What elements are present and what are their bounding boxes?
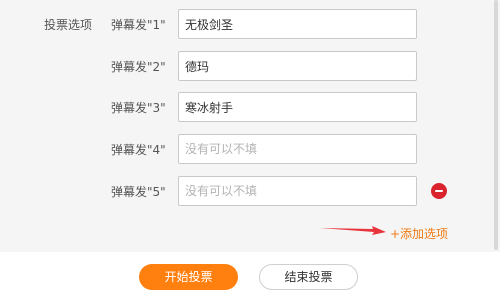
- annotation-arrow-icon: [320, 226, 386, 235]
- footer-bar: 开始投票 结束投票: [0, 252, 500, 302]
- option-input-3[interactable]: [178, 92, 417, 122]
- minus-circle-icon[interactable]: [431, 183, 447, 199]
- option-input-5[interactable]: [178, 176, 417, 206]
- option-row-4: 弹幕发"4": [0, 134, 500, 164]
- minus-bar: [435, 190, 443, 192]
- start-poll-button[interactable]: 开始投票: [139, 264, 238, 290]
- option-label: 弹幕发"3": [111, 101, 166, 115]
- option-label: 弹幕发"2": [111, 60, 166, 74]
- poll-options-panel: 投票选项 弹幕发"1" 弹幕发"2" 弹幕发"3" 弹幕发"4" 弹幕发"5" …: [0, 0, 500, 302]
- option-row-1: 弹幕发"1": [0, 9, 500, 39]
- option-input-4[interactable]: [178, 134, 417, 164]
- option-row-5: 弹幕发"5": [0, 176, 500, 206]
- option-input-2[interactable]: [178, 51, 417, 81]
- add-option-link[interactable]: +添加选项: [390, 225, 448, 242]
- option-label: 弹幕发"5": [111, 185, 166, 199]
- end-poll-button[interactable]: 结束投票: [259, 264, 358, 290]
- option-label: 弹幕发"4": [111, 143, 166, 157]
- option-label: 弹幕发"1": [111, 18, 166, 32]
- option-input-1[interactable]: [178, 9, 417, 39]
- option-row-3: 弹幕发"3": [0, 92, 500, 122]
- option-row-2: 弹幕发"2": [0, 51, 500, 81]
